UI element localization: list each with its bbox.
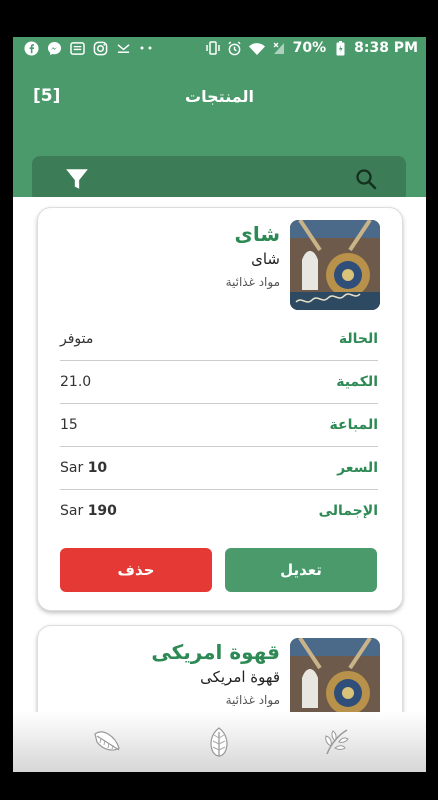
- product-name: شاى: [234, 222, 280, 246]
- delete-button[interactable]: حذف: [60, 548, 212, 592]
- edit-button[interactable]: تعديل: [225, 548, 377, 592]
- currency: Sar: [60, 503, 84, 519]
- phone-screen: 70% 8:38 PM [5] المنتجات شاى شاى مواد غذ…: [13, 37, 426, 772]
- product-name: قهوة امريكى: [151, 640, 280, 664]
- facebook-icon: [23, 40, 39, 56]
- product-card[interactable]: قهوة امريكى قهوة امريكى مواد غذائية: [37, 625, 403, 712]
- search-icon[interactable]: [354, 167, 378, 191]
- wifi-icon: [248, 40, 265, 56]
- product-card[interactable]: شاى شاى مواد غذائية الحالة متوفر الكمية …: [37, 207, 403, 611]
- amount: 190: [87, 503, 117, 519]
- messenger-icon: [46, 40, 62, 56]
- product-list[interactable]: شاى شاى مواد غذائية الحالة متوفر الكمية …: [13, 197, 426, 712]
- more-icon: [138, 40, 154, 56]
- clock-time: 8:38 PM: [354, 40, 418, 56]
- field-row-quantity: الكمية 21.0: [60, 361, 378, 404]
- wheat-icon[interactable]: [321, 726, 353, 758]
- signal-icon: [271, 40, 287, 56]
- amount: 10: [87, 460, 108, 476]
- status-bar: 70% 8:38 PM: [13, 37, 426, 61]
- battery-icon: [332, 40, 348, 56]
- field-row-status: الحالة متوفر: [60, 318, 378, 361]
- field-label: الإجمالى: [318, 503, 378, 519]
- product-category: مواد غذائية: [225, 275, 280, 289]
- battery-percent: 70%: [292, 40, 327, 56]
- field-value: Sar 190: [60, 503, 117, 519]
- app-icon: [69, 40, 85, 56]
- mail-icon: [115, 40, 131, 56]
- instagram-icon: [92, 40, 108, 56]
- field-row-price: السعر Sar 10: [60, 447, 378, 490]
- page-title: المنتجات: [185, 87, 254, 106]
- currency: Sar: [60, 460, 84, 476]
- field-label: الحالة: [338, 331, 378, 347]
- field-row-total: الإجمالى Sar 190: [60, 490, 378, 532]
- product-subtitle: شاى: [251, 250, 280, 268]
- bottom-navigation: [13, 712, 426, 772]
- filter-icon[interactable]: [64, 166, 90, 192]
- field-value: 15: [60, 417, 78, 433]
- product-image: [290, 220, 380, 310]
- field-label: السعر: [337, 460, 378, 476]
- field-label: الكمية: [336, 374, 378, 390]
- product-subtitle: قهوة امريكى: [200, 668, 280, 686]
- field-value: Sar 10: [60, 460, 107, 476]
- product-category: مواد غذائية: [225, 693, 280, 707]
- feather-icon[interactable]: [91, 726, 123, 758]
- field-value: متوفر: [60, 331, 94, 347]
- field-label: المباعة: [329, 417, 378, 433]
- leaf-icon[interactable]: [203, 726, 235, 758]
- search-bar[interactable]: [32, 156, 406, 202]
- field-row-sold: المباعة 15: [60, 404, 378, 447]
- vibrate-icon: [205, 40, 221, 56]
- alarm-icon: [227, 40, 243, 56]
- product-image: [290, 638, 380, 712]
- field-value: 21.0: [60, 374, 92, 390]
